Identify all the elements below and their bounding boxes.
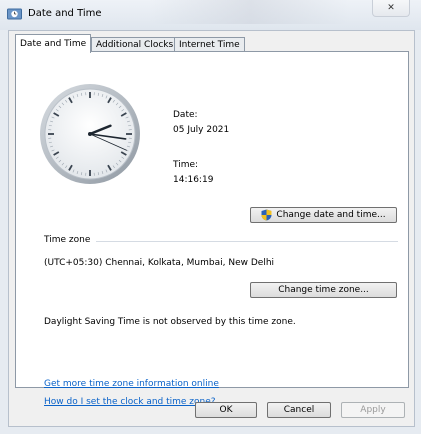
- tab-internet-time[interactable]: Internet Time: [174, 37, 245, 52]
- dst-note: Daylight Saving Time is not observed by …: [44, 317, 296, 327]
- time-zone-value: (UTC+05:30) Chennai, Kolkata, Mumbai, Ne…: [44, 258, 275, 268]
- tab-date-and-time[interactable]: Date and Time: [15, 34, 92, 53]
- dialog-body: Date and Time Additional Clocks Internet…: [8, 30, 415, 427]
- set-clock-help-link[interactable]: How do I set the clock and time zone?: [44, 397, 216, 407]
- change-date-time-label: Change date and time...: [276, 210, 386, 220]
- blurred-background: [150, 0, 350, 24]
- close-icon: ✕: [387, 3, 395, 13]
- tab-additional-clocks[interactable]: Additional Clocks: [91, 37, 179, 52]
- cancel-button[interactable]: Cancel: [267, 402, 331, 418]
- change-date-time-button[interactable]: Change date and time...: [250, 207, 397, 223]
- window-title: Date and Time: [28, 8, 102, 19]
- time-zone-separator: [96, 241, 398, 242]
- analog-clock: [40, 84, 140, 184]
- time-value: 14:16:19: [173, 175, 214, 185]
- date-value: 05 July 2021: [173, 125, 230, 135]
- time-zone-heading: Time zone: [44, 235, 91, 245]
- apply-button[interactable]: Apply: [341, 402, 405, 418]
- date-label: Date:: [173, 110, 198, 120]
- time-zone-info-link[interactable]: Get more time zone information online: [44, 379, 219, 389]
- uac-shield-icon: [261, 209, 272, 221]
- clock-center-cap: [88, 132, 92, 136]
- title-bar: Date and Time ✕: [0, 0, 421, 30]
- clock-window-icon: [7, 8, 22, 20]
- time-label: Time:: [173, 160, 199, 170]
- change-time-zone-button[interactable]: Change time zone...: [250, 282, 397, 298]
- close-button[interactable]: ✕: [372, 0, 410, 17]
- ok-button[interactable]: OK: [195, 402, 257, 418]
- tab-panel: Date: 05 July 2021 Time: 14:16:19 Change…: [15, 51, 409, 407]
